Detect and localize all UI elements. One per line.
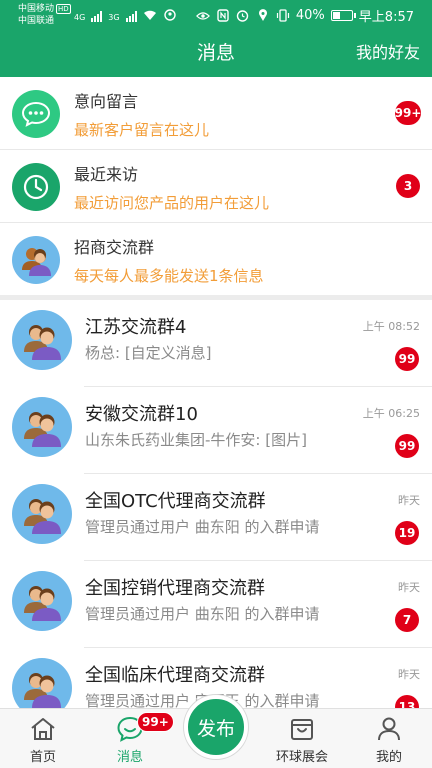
eye-icon [195,9,210,23]
conversation-name: 全国临床代理商交流群 [85,665,265,686]
pinned-title: 意向留言 [74,92,139,111]
battery-icon [330,10,356,21]
unread-badge: 7 [395,608,419,632]
carrier-1: 中国移动 [18,4,55,14]
carrier-2: 中国联通 [18,16,55,26]
shop-icon [291,719,313,740]
conversation-row[interactable]: 安徽交流群10 山东朱氏药业集团-牛作安: [图片] 上午 06:25 99 [0,387,432,474]
group-avatar [12,571,72,631]
conversation-preview: 杨总: [自定义消息] [85,344,212,362]
signal-bars-icon [91,10,103,22]
publish-button[interactable]: 发布 [184,695,248,759]
status-right: 40% 早上8:57 [195,6,414,25]
conversation-preview: 管理员通过用户 曲东阳 的入群申请 [85,605,320,623]
conversation-time: 昨天 [398,668,420,681]
nav-home[interactable]: 首页 [8,709,78,768]
signal-group: 4G 3G [74,8,177,22]
chat-bubble-icon [12,90,60,138]
hotspot-icon [163,8,177,22]
nav-label: 消息 [116,750,143,765]
nav-label: 首页 [29,750,56,765]
conversation-name: 安徽交流群10 [85,404,198,425]
nav-unread-badge: 99+ [137,712,174,732]
pinned-subtitle: 每天每人最多能发送1条信息 [74,267,264,285]
unread-badge: 99+ [395,101,421,125]
nfc-icon [216,9,230,23]
pinned-title: 招商交流群 [74,238,155,257]
group-avatar [12,397,72,457]
conversation-name: 全国控销代理商交流群 [85,578,265,599]
network-type-1: 4G [74,13,86,22]
pinned-subtitle: 最近访问您产品的用户在这儿 [74,194,270,212]
unread-badge: 99 [395,434,419,458]
carrier-info: 中国移动 HD 中国联通 [18,3,71,27]
conversation-list: 江苏交流群4 杨总: [自定义消息] 上午 08:52 99 安徽交流群10 山… [0,300,432,735]
unread-badge: 3 [396,174,420,198]
clock-icon [12,163,60,211]
hd-badge: HD [56,4,71,14]
conversation-time: 上午 06:25 [362,407,420,420]
status-bar: 中国移动 HD 中国联通 4G 3G 40% 早上8:57 [0,0,432,30]
conversation-row[interactable]: 全国控销代理商交流群 管理员通过用户 曲东阳 的入群申请 昨天 7 [0,561,432,648]
nav-label: 环球展会 [275,750,328,765]
pinned-title: 最近来访 [74,165,139,184]
conversation-row[interactable]: 江苏交流群4 杨总: [自定义消息] 上午 08:52 99 [0,300,432,387]
pinned-section: 意向留言 最新客户留言在这儿 99+ 最近来访 最近访问您产品的用户在这儿 3 … [0,77,432,295]
pinned-subtitle: 最新客户留言在这儿 [74,121,210,139]
conversation-name: 江苏交流群4 [85,317,187,338]
vibrate-icon [276,9,290,23]
conversation-time: 昨天 [398,581,420,594]
pinned-item-intent-messages[interactable]: 意向留言 最新客户留言在这儿 99+ [0,77,432,150]
unread-badge: 19 [395,521,419,545]
conversation-preview: 管理员通过用户 曲东阳 的入群申请 [85,518,320,536]
user-icon [378,717,400,741]
nav-mine[interactable]: 我的 [354,709,424,768]
conversation-name: 全国OTC代理商交流群 [85,491,266,512]
battery-fill [332,12,340,19]
conversation-time: 昨天 [398,494,420,507]
conversation-time: 上午 08:52 [362,320,420,333]
group-avatar-icon [12,236,60,284]
conversation-row[interactable]: 全国OTC代理商交流群 管理员通过用户 曲东阳 的入群申请 昨天 19 [0,474,432,561]
messages-screen: 中国移动 HD 中国联通 4G 3G 40% 早上8:57 消息 我的好友 意向… [0,0,432,768]
group-avatar [12,310,72,370]
location-icon [256,9,270,23]
network-type-2: 3G [108,13,120,22]
top-bar: 中国移动 HD 中国联通 4G 3G 40% 早上8:57 消息 我的好友 [0,0,432,77]
group-avatar [12,484,72,544]
nav-label: 我的 [375,750,402,765]
pinned-item-investment-group[interactable]: 招商交流群 每天每人最多能发送1条信息 [0,223,432,295]
alarm-icon [236,9,250,23]
pinned-item-recent-visitors[interactable]: 最近来访 最近访问您产品的用户在这儿 3 [0,150,432,223]
clock-time: 早上8:57 [358,10,414,25]
conversation-preview: 山东朱氏药业集团-牛作安: [图片] [85,431,307,449]
wifi-icon [143,8,157,22]
nav-expo[interactable]: 环球展会 [267,709,337,768]
home-icon [31,718,55,740]
my-friends-button[interactable]: 我的好友 [356,42,420,64]
battery-percent: 40% [295,8,325,23]
signal-bars-icon-2 [125,10,137,22]
bottom-nav: 首页 消息 99+ 发布 环球展会 我的 [0,695,432,768]
unread-badge: 99 [395,347,419,371]
